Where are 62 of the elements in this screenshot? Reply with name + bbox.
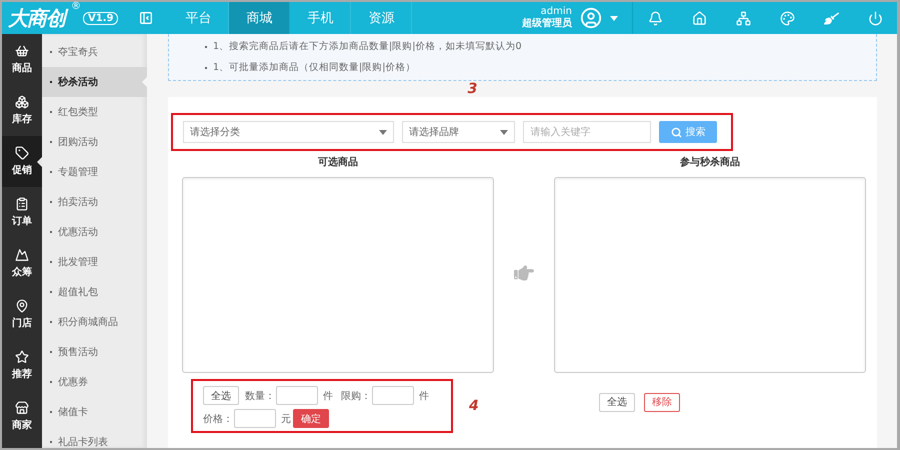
sidebar-item[interactable]: 众筹: [2, 238, 42, 289]
submenu-item[interactable]: 专题管理: [42, 157, 147, 187]
submenu-item[interactable]: 优惠券: [42, 367, 147, 397]
quantity-label: 数量：: [245, 390, 275, 402]
clipboard-icon: [15, 197, 29, 211]
step-number: 4: [469, 398, 479, 414]
submenu-item[interactable]: 储值卡: [42, 397, 147, 427]
submenu-item[interactable]: 优惠活动: [42, 217, 147, 247]
category-select[interactable]: 请选择分类: [183, 121, 394, 143]
caret-icon[interactable]: [610, 16, 618, 20]
limit-label: 限购：: [341, 390, 371, 402]
avatar-icon[interactable]: [580, 7, 602, 29]
brand-select[interactable]: 请选择品牌: [402, 121, 516, 143]
price-label: 价格：: [203, 412, 233, 426]
unit-label: 件: [419, 390, 429, 402]
sidebar-item[interactable]: 订单: [2, 187, 42, 238]
registered-mark: ®: [71, 0, 80, 12]
step-number: 3: [468, 81, 478, 97]
search-icon: [670, 126, 682, 138]
tip-text: 1、搜索完商品后请在下方添加商品数量|限购|价格，如未填写默认为0: [205, 40, 876, 53]
select-all-button[interactable]: 全选: [598, 392, 635, 412]
submenu-item[interactable]: 超值礼包: [42, 277, 147, 307]
version-badge: V1.9: [83, 12, 118, 24]
list-title: 可选商品: [318, 155, 358, 169]
submenu-item[interactable]: 预售活动: [42, 337, 147, 367]
pin-icon: [15, 299, 29, 313]
user-role: 超级管理员: [522, 18, 572, 30]
menu-icon[interactable]: [138, 10, 154, 26]
submenu-item[interactable]: 礼品卡列表: [42, 427, 147, 450]
submenu-item[interactable]: 红包类型: [42, 97, 147, 127]
tip-text: 1、可批量添加商品（仅相同数量|限购|价格）: [205, 61, 876, 74]
sidebar-item[interactable]: 商家: [2, 391, 42, 442]
peak-icon: [15, 248, 29, 262]
nav-tab[interactable]: 商城: [229, 2, 290, 34]
submenu-item[interactable]: 团购活动: [42, 127, 147, 157]
submenu-item[interactable]: 批发管理: [42, 247, 147, 277]
submenu-item[interactable]: 积分商城商品: [42, 307, 147, 337]
price-field[interactable]: [234, 409, 276, 428]
pointing-hand-icon: [514, 263, 534, 283]
sidebar-item[interactable]: 推荐: [2, 340, 42, 391]
select-all-button[interactable]: 全选: [203, 386, 239, 405]
confirm-button[interactable]: 确定: [293, 409, 329, 428]
unit-label: 元: [281, 412, 291, 426]
boxes-icon: [15, 95, 29, 109]
limit-field[interactable]: [372, 386, 414, 405]
store-icon: [15, 401, 29, 415]
sidebar-item[interactable]: 商品: [2, 34, 42, 85]
sidebar-item[interactable]: 门店: [2, 289, 42, 340]
keyword-field[interactable]: 请输入关键字: [523, 121, 652, 143]
list-title: 参与秒杀商品: [680, 155, 740, 169]
submenu-item[interactable]: 夺宝奇兵: [42, 37, 147, 67]
sidebar-item[interactable]: 库存: [2, 85, 42, 136]
tag-icon: [15, 146, 29, 160]
user-name: admin: [540, 6, 572, 18]
sidebar-item[interactable]: 促销: [2, 136, 42, 187]
unit-label: 件: [323, 390, 333, 402]
remove-button[interactable]: 移除: [644, 392, 680, 412]
star-icon: [15, 350, 29, 364]
submenu-item[interactable]: 拍卖活动: [42, 187, 147, 217]
submenu-item[interactable]: 秒杀活动: [42, 67, 147, 97]
basket-icon: [15, 44, 29, 58]
quantity-field[interactable]: [276, 386, 318, 405]
